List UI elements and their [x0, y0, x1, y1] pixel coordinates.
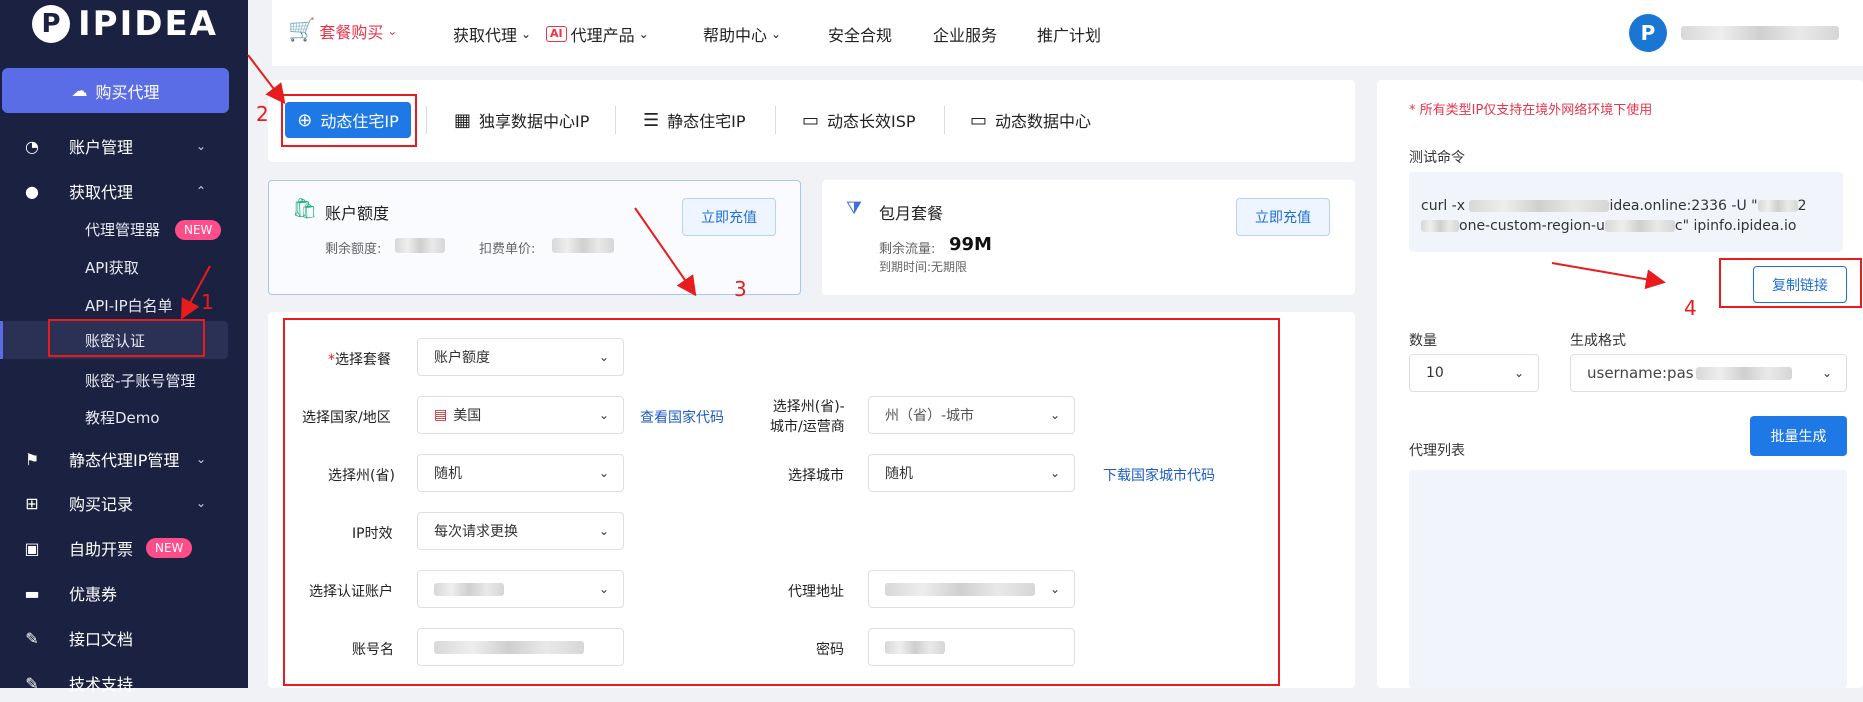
annotation-arrow-2	[247, 54, 286, 105]
annotation-arrow-4	[1551, 262, 1666, 290]
annotation-arrow-3	[634, 207, 697, 297]
annotation-arrows	[181, 54, 1666, 320]
annotation-arrow-1	[181, 265, 211, 320]
